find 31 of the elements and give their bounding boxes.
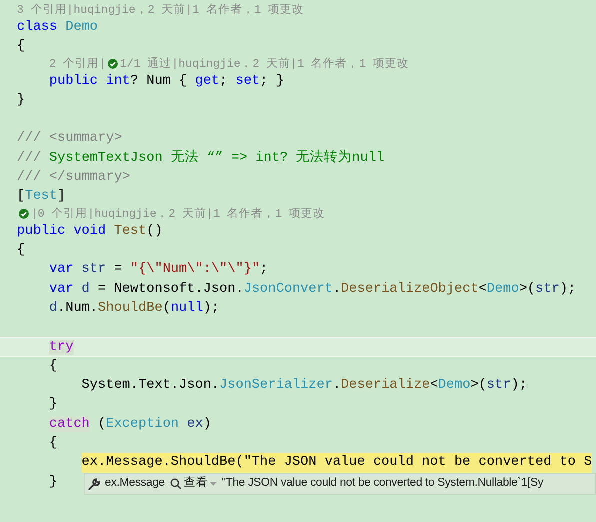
codelens-text[interactable]: |0 个引用|huqingjie，2 天前|1 名作者，1 项更改: [31, 206, 326, 222]
wrench-icon[interactable]: [88, 477, 102, 491]
code-line: {: [49, 358, 58, 376]
code-line: d.Num.ShouldBe(null);: [49, 300, 220, 318]
expression-label: ex.Message: [105, 476, 166, 492]
code-line: /// <summary>: [17, 130, 122, 148]
code-line: class Demo: [17, 19, 98, 37]
codelens-text[interactable]: 3 个引用|huqingjie，2 天前|1 名作者，1 项更改: [17, 3, 304, 18]
code-line: System.Text.Json.JsonSerializer.Deserialize<Demo>(str);: [82, 377, 528, 396]
code-line: {: [49, 434, 58, 453]
code-line: public void Test(): [17, 222, 163, 241]
caret-icon: [210, 482, 218, 486]
codelens-text[interactable]: 2 个引用|: [49, 56, 106, 72]
code-line: }: [49, 474, 58, 492]
code-line: /// </summary>: [17, 169, 130, 188]
code-line: /// SystemTextJson 无法 “” => int? 无法转为null: [17, 148, 385, 168]
test-passed-icon[interactable]: [108, 59, 118, 70]
codelens-text[interactable]: 1/1 通过|huqingjie，2 天前|1 名作者，1 项更改: [120, 56, 410, 72]
code-line: public int? Num { get; set; }: [49, 72, 284, 91]
code-line: {: [17, 38, 26, 56]
test-passed-icon[interactable]: [19, 209, 29, 220]
code-line: }: [49, 396, 58, 414]
code-line: catch (Exception ex): [49, 416, 212, 434]
code-line: var d = Newtonsoft.Json.JsonConvert.DeserializeObject<Demo>(str);: [49, 280, 576, 299]
search-icon: [170, 478, 182, 490]
value-text: "The JSON value could not be converted to System.Nullable`1[Sy: [222, 476, 544, 492]
code-line: var str = "{\"Num\":\"\"}";: [49, 261, 268, 280]
code-line: }: [17, 92, 26, 110]
code-line: {: [17, 242, 26, 260]
code-line: [Test]: [17, 188, 66, 206]
view-button[interactable]: 查看: [168, 475, 220, 493]
